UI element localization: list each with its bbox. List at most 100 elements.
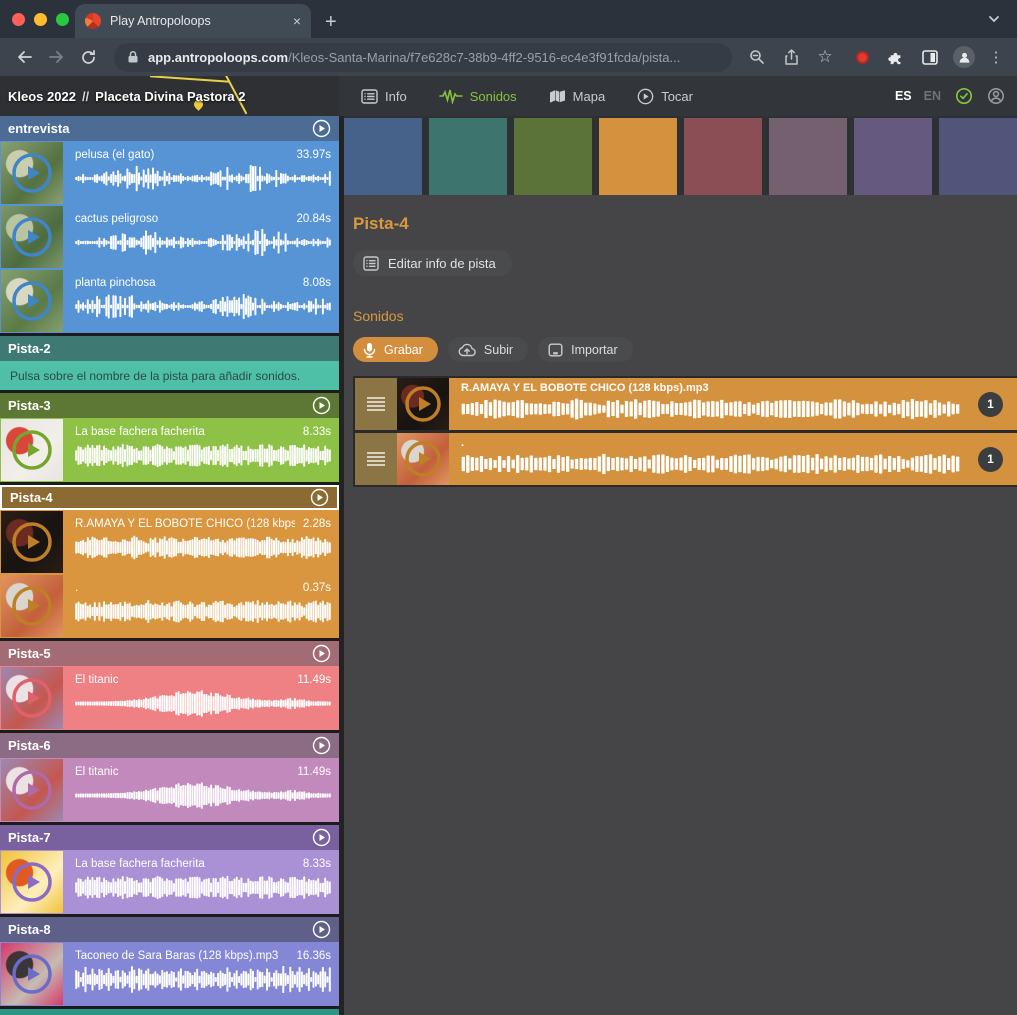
track-name[interactable]: Pista-2 (8, 341, 331, 356)
minimize-window-button[interactable] (34, 13, 47, 26)
sound-thumbnail[interactable] (1, 511, 63, 573)
reload-button[interactable] (74, 43, 102, 71)
nav-mapa[interactable]: Mapa (549, 89, 606, 104)
lang-en[interactable]: EN (924, 89, 941, 103)
zoom-window-button[interactable] (56, 13, 69, 26)
track-header[interactable]: Pista-2 (0, 336, 339, 361)
track-play-icon[interactable] (312, 736, 331, 755)
bookmark-star-icon[interactable]: ☆ (814, 47, 836, 67)
sound-thumbnail[interactable] (1, 575, 63, 637)
thumb-play-icon[interactable] (11, 769, 53, 811)
new-tab-button[interactable]: + (325, 12, 337, 32)
track-name[interactable]: Pista-4 (10, 490, 310, 505)
nav-sonidos[interactable]: Sonidos (439, 88, 517, 104)
tab-close-icon[interactable]: × (293, 13, 301, 29)
subir-button[interactable]: Subir (448, 337, 528, 362)
forward-button[interactable] (42, 43, 70, 71)
extensions-puzzle-icon[interactable] (885, 49, 907, 65)
track-color-swatch-1[interactable] (344, 118, 422, 195)
record-extension-icon[interactable] (851, 51, 873, 64)
sound-row[interactable]: .1 (355, 433, 1017, 485)
browser-menu-icon[interactable]: ⋮ (985, 48, 1007, 66)
drag-handle[interactable] (355, 433, 397, 485)
edit-track-info-button[interactable]: Editar info de pista (353, 250, 512, 276)
thumb-play-icon[interactable] (11, 585, 53, 627)
thumb-play-icon[interactable] (11, 429, 53, 471)
close-window-button[interactable] (12, 13, 25, 26)
sound-thumbnail[interactable] (1, 667, 63, 729)
track-play-icon[interactable] (312, 920, 331, 939)
sound-thumbnail[interactable] (1, 206, 63, 268)
sound-item[interactable]: El titanic11.49s (0, 666, 339, 730)
track-color-swatch-6[interactable] (769, 118, 847, 195)
lang-es[interactable]: ES (895, 89, 912, 103)
sound-item[interactable]: El titanic11.49s (0, 758, 339, 822)
track-play-icon[interactable] (312, 396, 331, 415)
sound-item[interactable]: .0.37s (0, 574, 339, 638)
track-header[interactable]: Pista-7 (0, 825, 339, 850)
profile-avatar[interactable] (953, 46, 975, 68)
track-color-swatch-8[interactable] (939, 118, 1017, 195)
track-header[interactable]: Pista-4 (0, 485, 339, 510)
track-color-swatch-3[interactable] (514, 118, 592, 195)
sound-item[interactable]: pelusa (el gato)33.97s (0, 141, 339, 205)
thumb-play-icon[interactable] (11, 677, 53, 719)
track-name[interactable]: Pista-5 (8, 646, 312, 661)
zoom-out-icon[interactable] (746, 49, 768, 65)
sound-item[interactable]: La base fachera facherita8.33s (0, 850, 339, 914)
sound-thumbnail[interactable] (1, 270, 63, 332)
thumb-play-icon[interactable] (11, 280, 53, 322)
thumb-play-icon[interactable] (11, 152, 53, 194)
nav-info[interactable]: Info (361, 89, 407, 104)
tab-search-chevron-icon[interactable] (987, 12, 1001, 31)
track-play-icon[interactable] (312, 119, 331, 138)
sound-thumbnail[interactable] (1, 943, 63, 1005)
thumb-play-icon[interactable] (11, 953, 53, 995)
account-icon[interactable] (987, 87, 1005, 105)
sound-thumbnail[interactable] (1, 759, 63, 821)
track-header[interactable]: Pista-8 (0, 917, 339, 942)
track-color-swatch-5[interactable] (684, 118, 762, 195)
sound-thumbnail[interactable] (1, 142, 63, 204)
row-play-icon[interactable] (404, 440, 442, 478)
row-thumbnail[interactable] (397, 433, 449, 485)
track-color-swatch-2[interactable] (429, 118, 507, 195)
thumb-play-icon[interactable] (11, 521, 53, 563)
track-name[interactable]: Pista-7 (8, 830, 312, 845)
track-header[interactable]: Pista-3 (0, 393, 339, 418)
importar-button[interactable]: Importar (538, 337, 633, 362)
sound-item[interactable]: La base fachera facherita8.33s (0, 418, 339, 482)
track-play-icon[interactable] (310, 488, 329, 507)
track-play-icon[interactable] (312, 828, 331, 847)
sound-thumbnail[interactable] (1, 419, 63, 481)
track-name[interactable]: Pista-6 (8, 738, 312, 753)
status-check-icon[interactable] (955, 87, 973, 105)
omnibox[interactable]: app.antropoloops.com/Kleos-Santa-Marina/… (114, 43, 732, 72)
nav-tocar[interactable]: Tocar (637, 88, 693, 105)
track-header[interactable]: Pista-6 (0, 733, 339, 758)
sound-item[interactable]: cactus peligroso20.84s (0, 205, 339, 269)
sound-item[interactable]: R.AMAYA Y EL BOBOTE CHICO (128 kbps)....… (0, 510, 339, 574)
sound-row[interactable]: R.AMAYA Y EL BOBOTE CHICO (128 kbps).mp3… (355, 378, 1017, 430)
drag-handle[interactable] (355, 378, 397, 430)
track-name[interactable]: entrevista (8, 121, 312, 136)
track-header[interactable]: Pista-5 (0, 641, 339, 666)
track-header[interactable]: entrevista (0, 116, 339, 141)
side-panel-icon[interactable] (919, 50, 941, 65)
thumb-play-icon[interactable] (11, 216, 53, 258)
project-name[interactable]: Kleos 2022 (8, 89, 76, 104)
grabar-button[interactable]: Grabar (353, 337, 438, 362)
sound-item[interactable]: planta pinchosa8.08s (0, 269, 339, 333)
share-icon[interactable] (780, 49, 802, 66)
browser-tab[interactable]: Play Antropoloops × (75, 4, 311, 38)
thumb-play-icon[interactable] (11, 861, 53, 903)
row-thumbnail[interactable] (397, 378, 449, 430)
track-color-swatch-7[interactable] (854, 118, 932, 195)
sound-thumbnail[interactable] (1, 851, 63, 913)
track-play-icon[interactable] (312, 644, 331, 663)
sound-item[interactable]: Taconeo de Sara Baras (128 kbps).mp316.3… (0, 942, 339, 1006)
row-play-icon[interactable] (404, 385, 442, 423)
track-name[interactable]: Pista-3 (8, 398, 312, 413)
track-name[interactable]: Pista-8 (8, 922, 312, 937)
back-button[interactable] (10, 43, 38, 71)
